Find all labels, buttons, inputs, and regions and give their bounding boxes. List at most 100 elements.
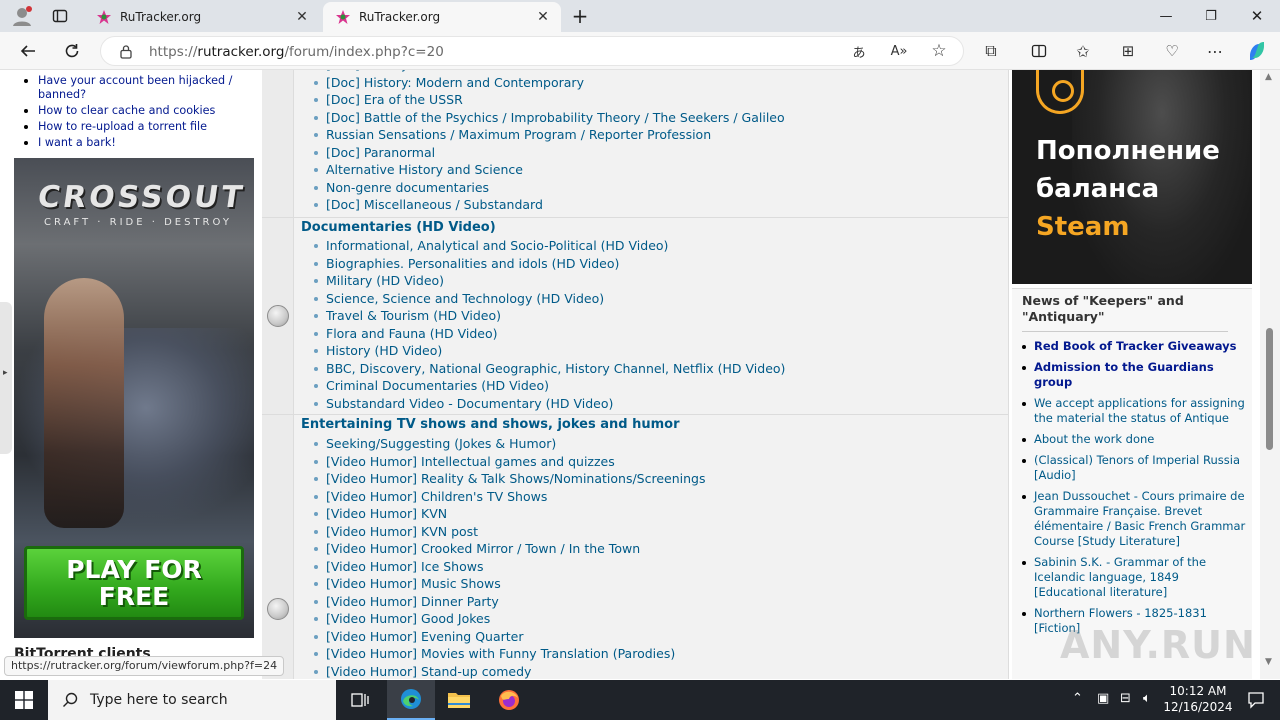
subforum-item[interactable]: [Doc] History: Modern and Contemporary bbox=[312, 74, 785, 92]
scrollbar-thumb[interactable] bbox=[1266, 328, 1273, 450]
scroll-up-arrow-icon[interactable]: ▲ bbox=[1265, 72, 1272, 82]
tray-overflow-chevron-icon[interactable]: ⌃ bbox=[1072, 691, 1083, 706]
subforum-item[interactable]: [Video Humor] Dinner Party bbox=[312, 593, 706, 611]
subforum-item[interactable]: BBC, Discovery, National Geographic, His… bbox=[312, 360, 785, 378]
subforum-item[interactable]: [Doc] Paranormal bbox=[312, 144, 785, 162]
start-button[interactable] bbox=[0, 680, 48, 720]
subforum-item[interactable]: [Video Humor] Children's TV Shows bbox=[312, 488, 706, 506]
steam-topup-ad-banner[interactable]: Пополнение баланса Steam bbox=[1012, 70, 1252, 284]
category-title[interactable]: Entertaining TV shows and shows, jokes a… bbox=[301, 417, 680, 432]
page-scrollbar[interactable]: ▲ ▼ bbox=[1260, 70, 1280, 679]
split-screen-icon[interactable] bbox=[1027, 39, 1051, 63]
tab-rutracker-1[interactable]: RuTracker.org ✕ bbox=[84, 2, 320, 32]
extensions-icon[interactable]: ⧉ bbox=[979, 39, 1003, 63]
subforum-item[interactable]: Flora and Fauna (HD Video) bbox=[312, 325, 785, 343]
category-title[interactable]: Documentaries (HD Video) bbox=[301, 220, 496, 235]
subforum-item[interactable]: [Video Humor] KVN bbox=[312, 505, 706, 523]
windows-logo-icon bbox=[15, 691, 33, 709]
category-block-doc: [Doc] History: Ancient [Doc] History: Mo… bbox=[262, 70, 1008, 217]
taskbar-file-explorer-app[interactable] bbox=[435, 680, 483, 720]
subforum-item[interactable]: [Video Humor] Stand-up comedy bbox=[312, 663, 706, 680]
subforum-item[interactable]: Biographies. Personalities and idols (HD… bbox=[312, 255, 785, 273]
news-item[interactable]: About the work done bbox=[1022, 432, 1248, 447]
taskbar-search-box[interactable]: Type here to search bbox=[48, 680, 336, 720]
news-item[interactable]: We accept applications for assigning the… bbox=[1022, 396, 1248, 426]
tab-rutracker-2[interactable]: RuTracker.org ✕ bbox=[323, 2, 561, 32]
taskbar-firefox-app[interactable] bbox=[485, 680, 533, 720]
help-link-hijacked[interactable]: Have your account been hijacked / banned… bbox=[22, 74, 252, 102]
news-item[interactable]: Jean Dussouchet - Cours primaire de Gram… bbox=[1022, 489, 1248, 549]
subforum-item[interactable]: History (HD Video) bbox=[312, 342, 785, 360]
play-for-free-button[interactable]: PLAY FOR FREE bbox=[24, 546, 244, 620]
profile-avatar-icon[interactable] bbox=[10, 5, 34, 27]
help-link-clear-cache[interactable]: How to clear cache and cookies bbox=[22, 104, 252, 118]
window-close-icon[interactable]: ✕ bbox=[1234, 0, 1280, 32]
close-tab-icon[interactable]: ✕ bbox=[294, 9, 310, 25]
subforum-item[interactable]: [Video Humor] Intellectual games and qui… bbox=[312, 453, 706, 471]
news-item[interactable]: Red Book of Tracker Giveaways bbox=[1022, 339, 1248, 354]
close-tab-icon[interactable]: ✕ bbox=[535, 9, 551, 25]
subforum-item[interactable]: Travel & Tourism (HD Video) bbox=[312, 307, 785, 325]
network-icon[interactable]: ⊟ bbox=[1120, 691, 1131, 706]
subforum-item[interactable]: [Video Humor] Reality & Talk Shows/Nomin… bbox=[312, 470, 706, 488]
subforum-item[interactable]: Criminal Documentaries (HD Video) bbox=[312, 377, 785, 395]
subforum-item[interactable]: [Video Humor] Music Shows bbox=[312, 575, 706, 593]
help-links: Have your account been hijacked / banned… bbox=[22, 74, 252, 152]
category-icon-cell bbox=[262, 70, 294, 217]
rutracker-favicon-icon bbox=[336, 10, 350, 24]
subforum-item[interactable]: [Video Humor] Good Jokes bbox=[312, 610, 706, 628]
subforum-item[interactable]: Informational, Analytical and Socio-Poli… bbox=[312, 237, 785, 255]
volume-icon[interactable]: 🔈︎ bbox=[1143, 691, 1151, 706]
help-link-bark[interactable]: I want a bark! bbox=[22, 136, 252, 150]
subforum-item[interactable]: Russian Sensations / Maximum Program / R… bbox=[312, 126, 785, 144]
subforum-item[interactable]: [Video Humor] Movies with Funny Translat… bbox=[312, 645, 706, 663]
favorite-star-icon[interactable]: ☆ bbox=[927, 39, 951, 63]
sidebar-edge-handle[interactable]: ▸ bbox=[0, 302, 12, 454]
taskbar-edge-app[interactable] bbox=[387, 680, 435, 720]
subforum-item[interactable]: [Video Humor] Evening Quarter bbox=[312, 628, 706, 646]
lock-icon[interactable] bbox=[119, 44, 133, 59]
subforum-item[interactable]: [Doc] Era of the USSR bbox=[312, 91, 785, 109]
help-link-reupload[interactable]: How to re-upload a torrent file bbox=[22, 120, 252, 134]
category-icon-cell bbox=[262, 415, 294, 679]
subforum-item[interactable]: Seeking/Suggesting (Jokes & Humor) bbox=[312, 435, 706, 453]
news-item[interactable]: Admission to the Guardians group bbox=[1022, 360, 1248, 390]
copilot-icon[interactable] bbox=[1245, 39, 1269, 63]
new-tab-icon[interactable]: + bbox=[569, 4, 591, 28]
tab-actions-icon[interactable] bbox=[50, 6, 70, 26]
notifications-button[interactable] bbox=[1232, 680, 1280, 720]
news-list: Red Book of Tracker Giveaways Admission … bbox=[1022, 339, 1248, 642]
news-item[interactable]: (Classical) Tenors of Imperial Russia [A… bbox=[1022, 453, 1248, 483]
subforum-item[interactable]: [Video Humor] Ice Shows bbox=[312, 558, 706, 576]
collections-icon[interactable]: ⊞ bbox=[1116, 39, 1140, 63]
tray-device-icon[interactable]: ▣ bbox=[1097, 691, 1109, 706]
browser-essentials-icon[interactable]: ♡ bbox=[1160, 39, 1184, 63]
read-aloud-icon[interactable]: A» bbox=[887, 39, 911, 63]
subforum-item[interactable]: [Doc] Miscellaneous / Substandard bbox=[312, 196, 785, 214]
crossout-ad-banner[interactable]: CROSSOUT CRAFT · RIDE · DESTROY PLAY FOR… bbox=[14, 158, 254, 638]
url-text[interactable]: https://rutracker.org/forum/index.php?c=… bbox=[149, 44, 444, 60]
minimize-icon[interactable]: — bbox=[1143, 0, 1189, 32]
subforum-item[interactable]: [Doc] Battle of the Psychics / Improbabi… bbox=[312, 109, 785, 127]
address-bar[interactable]: https://rutracker.org/forum/index.php?c=… bbox=[100, 36, 964, 66]
translate-icon[interactable]: あ bbox=[847, 39, 871, 63]
subforum-item[interactable]: Non-genre documentaries bbox=[312, 179, 785, 197]
taskbar-clock[interactable]: 10:12 AM 12/16/2024 bbox=[1160, 683, 1236, 715]
task-view-button[interactable] bbox=[336, 680, 384, 720]
anyrun-watermark: ANY.RUN bbox=[1060, 623, 1256, 667]
url-path: /forum/index.php?c=20 bbox=[284, 44, 444, 60]
subforum-item[interactable]: [Video Humor] Crooked Mirror / Town / In… bbox=[312, 540, 706, 558]
search-icon bbox=[63, 692, 78, 707]
back-arrow-icon[interactable] bbox=[16, 39, 40, 63]
subforum-item[interactable]: [Video Humor] KVN post bbox=[312, 523, 706, 541]
news-item[interactable]: Sabinin S.K. - Grammar of the Icelandic … bbox=[1022, 555, 1248, 600]
favorites-icon[interactable]: ✩ bbox=[1071, 39, 1095, 63]
restore-icon[interactable]: ❐ bbox=[1188, 0, 1234, 32]
subforum-item[interactable]: Military (HD Video) bbox=[312, 272, 785, 290]
subforum-item[interactable]: Science, Science and Technology (HD Vide… bbox=[312, 290, 785, 308]
scroll-down-arrow-icon[interactable]: ▼ bbox=[1265, 657, 1272, 667]
more-menu-icon[interactable]: ⋯ bbox=[1203, 39, 1227, 63]
refresh-icon[interactable] bbox=[60, 39, 84, 63]
subforum-item[interactable]: Alternative History and Science bbox=[312, 161, 785, 179]
subforum-item[interactable]: Substandard Video - Documentary (HD Vide… bbox=[312, 395, 785, 413]
